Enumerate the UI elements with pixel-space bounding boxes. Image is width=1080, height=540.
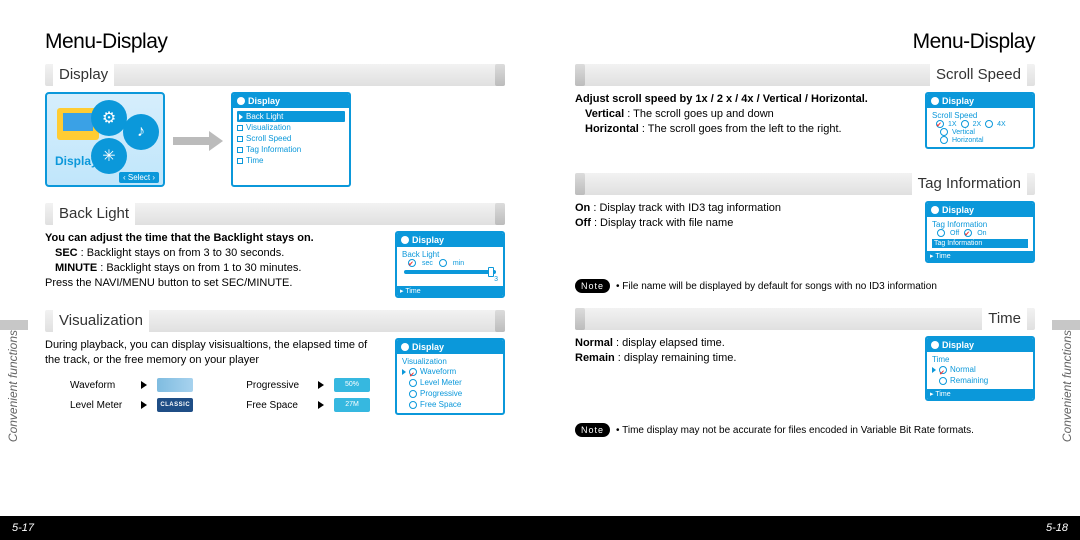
arrow-icon	[165, 123, 231, 157]
side-label-right: Convenient functions	[1060, 330, 1074, 442]
gear-icon	[237, 97, 245, 105]
page-right: Menu-Display Scroll Speed Adjust scroll …	[540, 0, 1080, 540]
time-note: Note • Time display may not be accurate …	[575, 423, 974, 437]
footer-right: 5-18	[540, 516, 1080, 540]
tag-row: On : Display track with ID3 tag informat…	[575, 201, 1035, 263]
gear-icon	[401, 236, 409, 244]
gear-icon	[401, 343, 409, 351]
viz-shot: Display Visualization Waveform Level Met…	[395, 338, 505, 415]
note-pill: Note	[575, 279, 610, 293]
backlight-row: You can adjust the time that the Backlig…	[45, 231, 505, 298]
page-title-right: Menu-Display	[575, 30, 1035, 54]
section-scroll-title: Scroll Speed	[930, 64, 1027, 86]
display-illustration: ⚙ ♪ ✳ Display ‹ Select ›	[45, 92, 165, 187]
time-row: Normal : display elapsed time. Remain : …	[575, 336, 1035, 401]
gear-icon	[931, 206, 939, 214]
display-shot: Display Back Light Visualization Scroll …	[231, 92, 351, 187]
footer-left: 5-17	[0, 516, 540, 540]
side-label-left: Convenient functions	[6, 330, 20, 442]
time-shot: Display Time Normal Remaining ▸ Time	[925, 336, 1035, 401]
note-pill: Note	[575, 423, 610, 437]
gear-icon	[931, 341, 939, 349]
section-backlight-title: Back Light	[53, 203, 135, 225]
scroll-row: Adjust scroll speed by 1x / 2 x / 4x / V…	[575, 92, 1035, 149]
scroll-shot: Display Scroll Speed 1X 2X 4X Vertical H…	[925, 92, 1035, 149]
section-visualization: Visualization	[45, 310, 505, 332]
tag-note: Note • File name will be displayed by de…	[575, 279, 937, 293]
section-display-title: Display	[53, 64, 114, 86]
section-scroll: Scroll Speed	[575, 64, 1035, 86]
system-icon: ⚙	[91, 100, 127, 136]
page-left: Menu-Display Display ⚙ ♪ ✳ Display ‹ Sel…	[0, 0, 540, 540]
backlight-shot: Display Back Light sec min 3 ▸ Time	[395, 231, 505, 298]
section-display: Display	[45, 64, 505, 86]
section-tag-title: Tag Information	[912, 173, 1027, 195]
section-backlight: Back Light	[45, 203, 505, 225]
tag-shot: Display Tag Information Off On Tag Infor…	[925, 201, 1035, 263]
page-title-left: Menu-Display	[45, 30, 505, 54]
display-row: ⚙ ♪ ✳ Display ‹ Select › Display Back Li…	[45, 92, 505, 187]
section-tag: Tag Information	[575, 173, 1035, 195]
gear-icon	[931, 97, 939, 105]
section-time: Time	[575, 308, 1035, 330]
section-visualization-title: Visualization	[53, 310, 149, 332]
viz-row: During playback, you can display visisua…	[45, 338, 505, 415]
music-icon: ♪	[123, 114, 159, 150]
section-time-title: Time	[982, 308, 1027, 330]
